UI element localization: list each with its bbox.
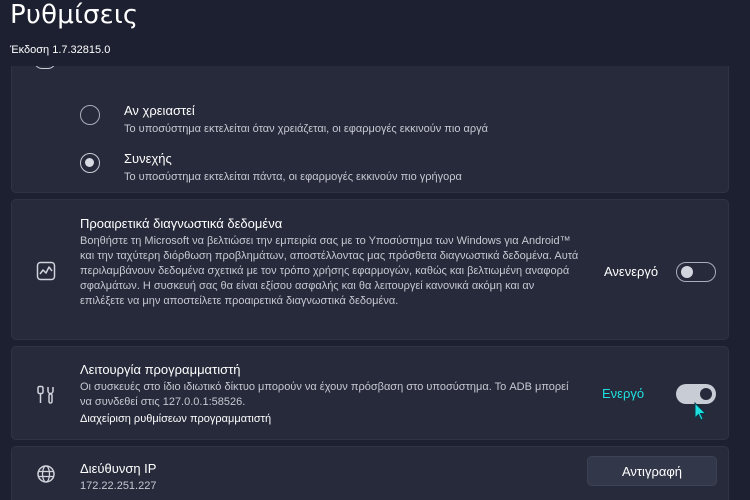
option-continuous-title: Συνεχής: [124, 151, 172, 166]
option-as-needed-title: Αν χρειαστεί: [124, 103, 195, 118]
diagnostics-state-label: Ανενεργό: [604, 264, 659, 279]
diagnostics-chart-icon: [36, 261, 56, 281]
resources-card: ⌃⌃ Αν χρειαστεί Το υποσύστημα εκτελείται…: [11, 66, 729, 193]
copy-ip-button[interactable]: Αντιγραφή: [587, 456, 717, 486]
toggle-knob: [681, 266, 693, 278]
page-title: Ρυθμίσεις: [10, 0, 139, 30]
resources-icon: [34, 66, 56, 69]
globe-icon: [37, 465, 55, 483]
ip-address-title: Διεύθυνση IP: [80, 461, 157, 476]
radio-as-needed[interactable]: [80, 105, 100, 125]
version-label: Έκδοση 1.7.32815.0: [10, 44, 111, 56]
developer-mode-state-label: Ενεργό: [602, 386, 645, 401]
ip-address-value: 172.22.251.227: [80, 480, 157, 492]
diagnostics-toggle[interactable]: [676, 262, 716, 282]
resources-header-row[interactable]: ⌃⌃: [12, 66, 728, 70]
toggle-knob: [700, 388, 712, 400]
option-as-needed-desc: Το υποσύστημα εκτελείται όταν χρειάζεται…: [124, 123, 488, 135]
diagnostics-desc: Βοηθήστε τη Microsoft να βελτιώσει την ε…: [80, 235, 579, 307]
developer-mode-card: Λειτουργία προγραμματιστή Οι συσκευές στ…: [11, 346, 729, 440]
developer-mode-toggle[interactable]: [676, 384, 716, 404]
developer-mode-desc: Οι συσκευές στο ίδιο ιδιωτικό δίκτυο μπο…: [80, 381, 569, 408]
radio-continuous[interactable]: [80, 153, 100, 173]
manage-developer-settings-link[interactable]: Διαχείριση ρυθμίσεων προγραμματιστή: [80, 413, 271, 425]
resources-card-viewport: ⌃⌃ Αν χρειαστεί Το υποσύστημα εκτελείται…: [11, 66, 729, 194]
chevron-up-icon[interactable]: ⌃⌃: [684, 66, 702, 70]
ip-address-card: Διεύθυνση IP 172.22.251.227 Αντιγραφή: [11, 446, 729, 500]
developer-tools-icon: [37, 385, 54, 404]
option-continuous-desc: Το υποσύστημα εκτελείται πάντα, οι εφαρμ…: [124, 171, 462, 183]
mouse-pointer-icon: [694, 402, 707, 421]
diagnostics-card: Προαιρετικά διαγνωστικά δεδομένα Βοηθήστ…: [11, 199, 729, 340]
developer-mode-title: Λειτουργία προγραμματιστή: [80, 362, 241, 377]
diagnostics-title: Προαιρετικά διαγνωστικά δεδομένα: [80, 216, 283, 231]
